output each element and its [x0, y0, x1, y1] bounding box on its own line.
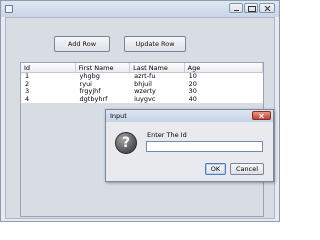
column-header-id[interactable]: Id — [21, 63, 76, 73]
window-controls — [229, 3, 275, 13]
cell-last-name[interactable]: azrt-fu — [130, 73, 185, 81]
cell-first-name[interactable]: ryui — [76, 81, 131, 89]
table-row[interactable]: 3 frgyjhf wzerty 30 — [21, 88, 263, 96]
cell-last-name[interactable]: bhjuil — [130, 81, 185, 89]
cancel-button[interactable]: Cancel — [230, 163, 264, 175]
cell-first-name[interactable]: yhgbg — [76, 73, 131, 81]
cell-id[interactable]: 3 — [21, 88, 76, 96]
id-input[interactable] — [146, 141, 263, 152]
cell-age[interactable]: 20 — [185, 81, 263, 89]
dialog-titlebar[interactable]: Input — [106, 110, 273, 122]
table-row[interactable]: 2 ryui bhjuil 20 — [21, 81, 263, 89]
column-header-first-name[interactable]: First Name — [76, 63, 131, 73]
question-icon: ? — [115, 132, 137, 154]
table-row[interactable]: 4 dgtbyhrf iuygvc 40 — [21, 96, 263, 104]
cell-id[interactable]: 4 — [21, 96, 76, 104]
cell-id[interactable]: 1 — [21, 73, 76, 81]
dialog-close-icon[interactable] — [252, 111, 271, 120]
input-dialog: Input ? Enter The Id OK Cancel — [105, 109, 274, 182]
maximize-icon[interactable] — [244, 3, 258, 13]
ok-button[interactable]: OK — [205, 163, 226, 175]
table-header: Id First Name Last Name Age — [21, 63, 263, 73]
cell-last-name[interactable]: iuygvc — [130, 96, 185, 104]
column-header-last-name[interactable]: Last Name — [130, 63, 185, 73]
column-header-age[interactable]: Age — [185, 63, 263, 73]
close-icon[interactable] — [259, 3, 275, 13]
dialog-title: Input — [110, 112, 127, 120]
cell-first-name[interactable]: frgyjhf — [76, 88, 131, 96]
update-row-button[interactable]: Update Row — [124, 36, 186, 52]
cell-age[interactable]: 10 — [185, 73, 263, 81]
add-row-button[interactable]: Add Row — [54, 36, 110, 52]
cell-first-name[interactable]: dgtbyhrf — [76, 96, 131, 104]
minimize-icon[interactable] — [229, 3, 243, 13]
cell-age[interactable]: 40 — [185, 96, 263, 104]
cell-last-name[interactable]: wzerty — [130, 88, 185, 96]
table-body: 1 yhgbg azrt-fu 10 2 ryui bhjuil 20 3 fr… — [21, 73, 263, 103]
dialog-prompt: Enter The Id — [147, 131, 187, 139]
cell-id[interactable]: 2 — [21, 81, 76, 89]
table-row[interactable]: 1 yhgbg azrt-fu 10 — [21, 73, 263, 81]
window-titlebar[interactable] — [1, 1, 279, 17]
app-icon — [5, 5, 13, 13]
cell-age[interactable]: 30 — [185, 88, 263, 96]
